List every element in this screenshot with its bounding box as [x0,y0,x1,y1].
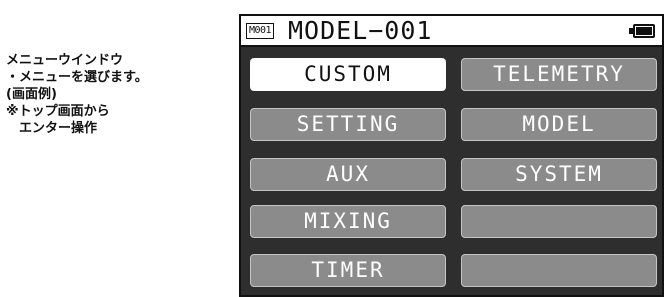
transmitter-screen: M001 MODEL−001 CUSTOM TELEMETRY SETTING … [239,14,664,297]
caption-line-2: ・メニューを選びます。 [6,70,148,85]
menu-button-model[interactable]: MODEL [461,108,657,141]
menu-button-telemetry[interactable]: TELEMETRY [461,58,657,91]
battery-level-fill [636,27,652,35]
caption: メニューウインドウ ・メニューを選びます。 (画面例) ※トップ画面から エンタ… [6,52,226,137]
menu-button-custom[interactable]: CUSTOM [250,58,446,91]
menu-button-timer[interactable]: TIMER [250,254,446,287]
battery-icon [629,24,655,38]
menu-button-empty-1[interactable] [461,205,657,238]
caption-line-3: (画面例) [6,87,57,102]
caption-line-5: エンター操作 [6,121,98,136]
model-name: MODEL−001 [288,16,433,45]
caption-line-1: メニューウインドウ [6,53,124,68]
battery-tip [629,28,633,34]
menu-button-mixing[interactable]: MIXING [250,205,446,238]
menu-button-setting[interactable]: SETTING [250,108,446,141]
model-number-badge: M001 [246,23,275,39]
menu-button-aux[interactable]: AUX [250,158,446,191]
screen-header: M001 MODEL−001 [241,16,662,47]
caption-line-4: ※トップ画面から [6,104,110,119]
menu-button-system[interactable]: SYSTEM [461,158,657,191]
menu-button-empty-2[interactable] [461,254,657,287]
